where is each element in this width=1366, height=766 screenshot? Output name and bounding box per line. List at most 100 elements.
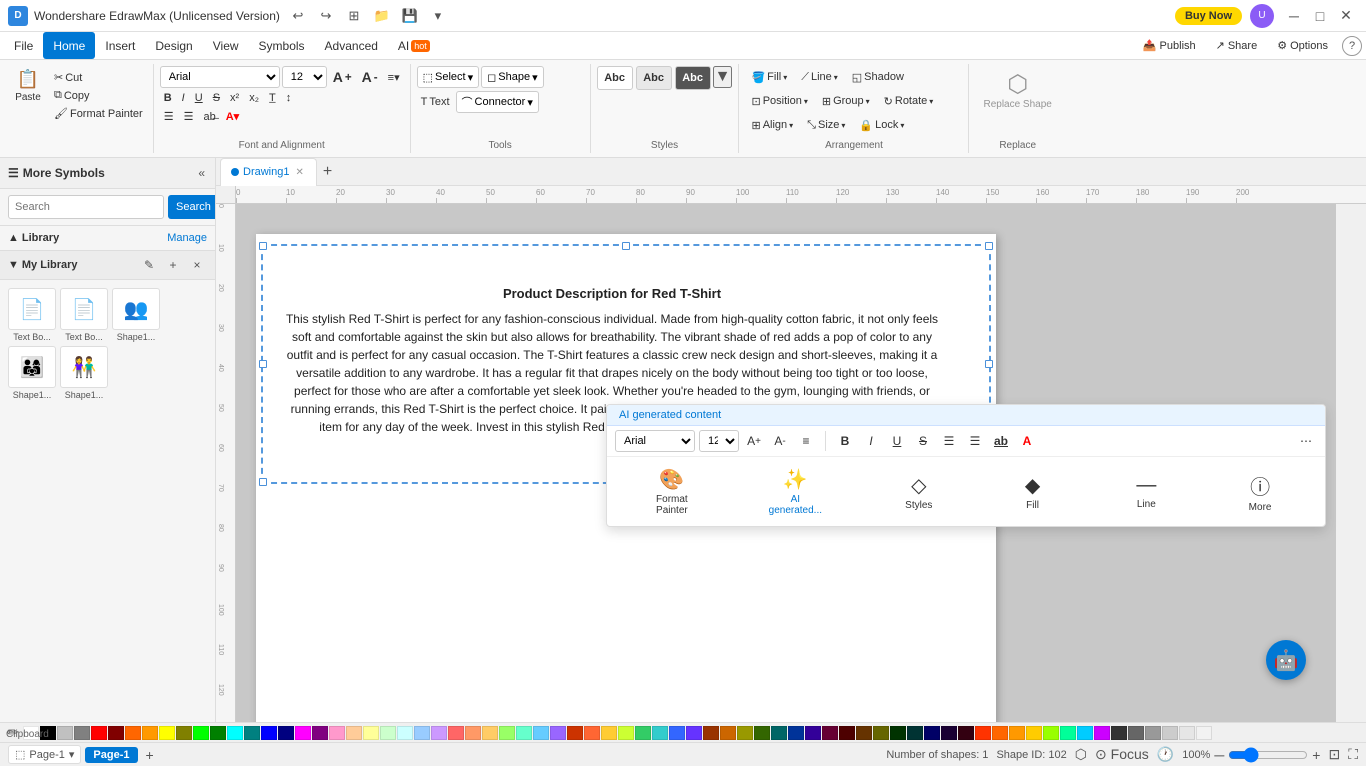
color-swatch[interactable] xyxy=(465,726,481,740)
ai-bold[interactable]: B xyxy=(834,430,856,452)
ai-action-fill[interactable]: ◆ Fill xyxy=(1008,469,1058,515)
bullet-list-btn[interactable]: ☰ xyxy=(160,108,178,125)
minimize-btn[interactable]: ─ xyxy=(1282,4,1306,28)
color-swatch[interactable] xyxy=(550,726,566,740)
color-swatch[interactable] xyxy=(159,726,175,740)
group-btn[interactable]: ⊞ Group ▾ xyxy=(816,90,876,112)
color-swatch[interactable] xyxy=(567,726,583,740)
color-swatch[interactable] xyxy=(244,726,260,740)
font-size-select[interactable]: 12 xyxy=(282,66,327,88)
linespacing-btn[interactable]: ↕ xyxy=(282,90,296,106)
ai-strike[interactable]: S xyxy=(912,430,934,452)
color-swatch[interactable] xyxy=(91,726,107,740)
color-swatch[interactable] xyxy=(669,726,685,740)
style-box-3[interactable]: Abc xyxy=(675,66,711,90)
ai-fontcolor[interactable]: A xyxy=(1016,430,1038,452)
style-box-1[interactable]: Abc xyxy=(597,66,633,90)
redo-btn[interactable]: ↪ xyxy=(314,4,338,28)
align-btn[interactable]: ≡▾ xyxy=(384,69,404,86)
color-swatch[interactable] xyxy=(1043,726,1059,740)
subscript-btn[interactable]: x₂ xyxy=(245,90,263,106)
clock-btn[interactable]: 🕐 xyxy=(1157,746,1174,763)
num-list-btn[interactable]: ☰ xyxy=(180,108,198,125)
rotate-btn[interactable]: ↻ Rotate ▾ xyxy=(878,90,940,112)
color-swatch[interactable] xyxy=(720,726,736,740)
strikethrough-btn[interactable]: S xyxy=(209,90,224,106)
connector-dropdown[interactable]: ⌒ Connector ▾ xyxy=(456,91,539,113)
color-swatch[interactable] xyxy=(431,726,447,740)
align-prop-btn[interactable]: ⊞ Align ▾ xyxy=(745,114,799,136)
color-swatch[interactable] xyxy=(924,726,940,740)
my-library-title[interactable]: ▼ My Library xyxy=(8,259,78,271)
color-swatch[interactable] xyxy=(975,726,991,740)
color-swatch[interactable] xyxy=(601,726,617,740)
color-swatch[interactable] xyxy=(737,726,753,740)
menu-file[interactable]: File xyxy=(4,32,43,59)
textformat-btn[interactable]: T̲ xyxy=(265,90,280,106)
handle-tr[interactable] xyxy=(985,242,993,250)
color-swatch[interactable] xyxy=(1026,726,1042,740)
lock-btn[interactable]: 🔒 Lock ▾ xyxy=(853,114,910,136)
color-swatch[interactable] xyxy=(839,726,855,740)
color-swatch[interactable] xyxy=(125,726,141,740)
menu-insert[interactable]: Insert xyxy=(95,32,145,59)
styles-more-btn[interactable]: ▼ xyxy=(713,66,733,88)
copy-btn[interactable]: ⧉ Copy xyxy=(50,87,147,104)
tab-drawing1[interactable]: Drawing1 ✕ xyxy=(220,158,317,186)
ai-align[interactable]: ≡ xyxy=(795,430,817,452)
color-swatch[interactable] xyxy=(1179,726,1195,740)
active-page-tab[interactable]: Page-1 xyxy=(85,747,137,763)
handle-ml[interactable] xyxy=(259,360,267,368)
color-swatch[interactable] xyxy=(686,726,702,740)
handle-bl[interactable] xyxy=(259,478,267,486)
line-btn[interactable]: ⟋ Line ▾ xyxy=(795,66,844,88)
color-swatch[interactable] xyxy=(363,726,379,740)
maximize-btn[interactable]: □ xyxy=(1308,4,1332,28)
color-swatch[interactable] xyxy=(533,726,549,740)
thumbnail-item[interactable]: 📄 Text Bo... xyxy=(8,288,56,342)
handle-mr[interactable] xyxy=(985,360,993,368)
color-swatch[interactable] xyxy=(856,726,872,740)
buy-now-button[interactable]: Buy Now xyxy=(1175,7,1242,25)
color-swatch[interactable] xyxy=(618,726,634,740)
ai-action-format-painter[interactable]: 🎨 Format Painter xyxy=(647,463,697,520)
color-swatch[interactable] xyxy=(822,726,838,740)
search-input[interactable] xyxy=(8,195,164,219)
save-btn[interactable]: 💾 xyxy=(398,4,422,28)
text-btn[interactable]: T Text xyxy=(417,94,454,110)
color-swatch[interactable] xyxy=(1128,726,1144,740)
ai-increase-font[interactable]: A+ xyxy=(743,430,765,452)
handle-tm[interactable] xyxy=(622,242,630,250)
color-swatch[interactable] xyxy=(907,726,923,740)
more-quick-btn[interactable]: ▾ xyxy=(426,4,450,28)
format-painter-btn[interactable]: 🖌 Format Painter xyxy=(50,105,147,122)
decrease-font-btn[interactable]: A- xyxy=(358,67,382,87)
undo-btn[interactable]: ↩ xyxy=(286,4,310,28)
menu-advanced[interactable]: Advanced xyxy=(315,32,388,59)
color-swatch[interactable] xyxy=(1162,726,1178,740)
color-swatch[interactable] xyxy=(193,726,209,740)
ai-assistant-float[interactable]: 🤖 xyxy=(1266,640,1306,680)
color-swatch[interactable] xyxy=(1009,726,1025,740)
fullscreen-btn[interactable]: ⛶ xyxy=(1348,746,1358,763)
menu-view[interactable]: View xyxy=(203,32,249,59)
increase-font-btn[interactable]: A+ xyxy=(329,67,356,87)
add-page-btn[interactable]: + xyxy=(142,745,158,765)
ai-underline[interactable]: U xyxy=(886,430,908,452)
color-swatch[interactable] xyxy=(108,726,124,740)
color-swatch[interactable] xyxy=(74,726,90,740)
panel-collapse-btn[interactable]: « xyxy=(196,164,207,182)
color-swatch[interactable] xyxy=(176,726,192,740)
color-swatch[interactable] xyxy=(482,726,498,740)
publish-btn[interactable]: 📤 Publish xyxy=(1137,37,1202,54)
color-swatch[interactable] xyxy=(1077,726,1093,740)
menu-ai[interactable]: AI hot xyxy=(388,32,440,59)
ai-numlist[interactable]: ☰ xyxy=(964,430,986,452)
close-btn[interactable]: ✕ xyxy=(1334,4,1358,28)
color-swatch[interactable] xyxy=(210,726,226,740)
font-color-btn[interactable]: A▾ xyxy=(222,108,243,125)
color-swatch[interactable] xyxy=(397,726,413,740)
font-name-select[interactable]: Arial xyxy=(160,66,280,88)
style-box-2[interactable]: Abc xyxy=(636,66,672,90)
color-swatch[interactable] xyxy=(448,726,464,740)
